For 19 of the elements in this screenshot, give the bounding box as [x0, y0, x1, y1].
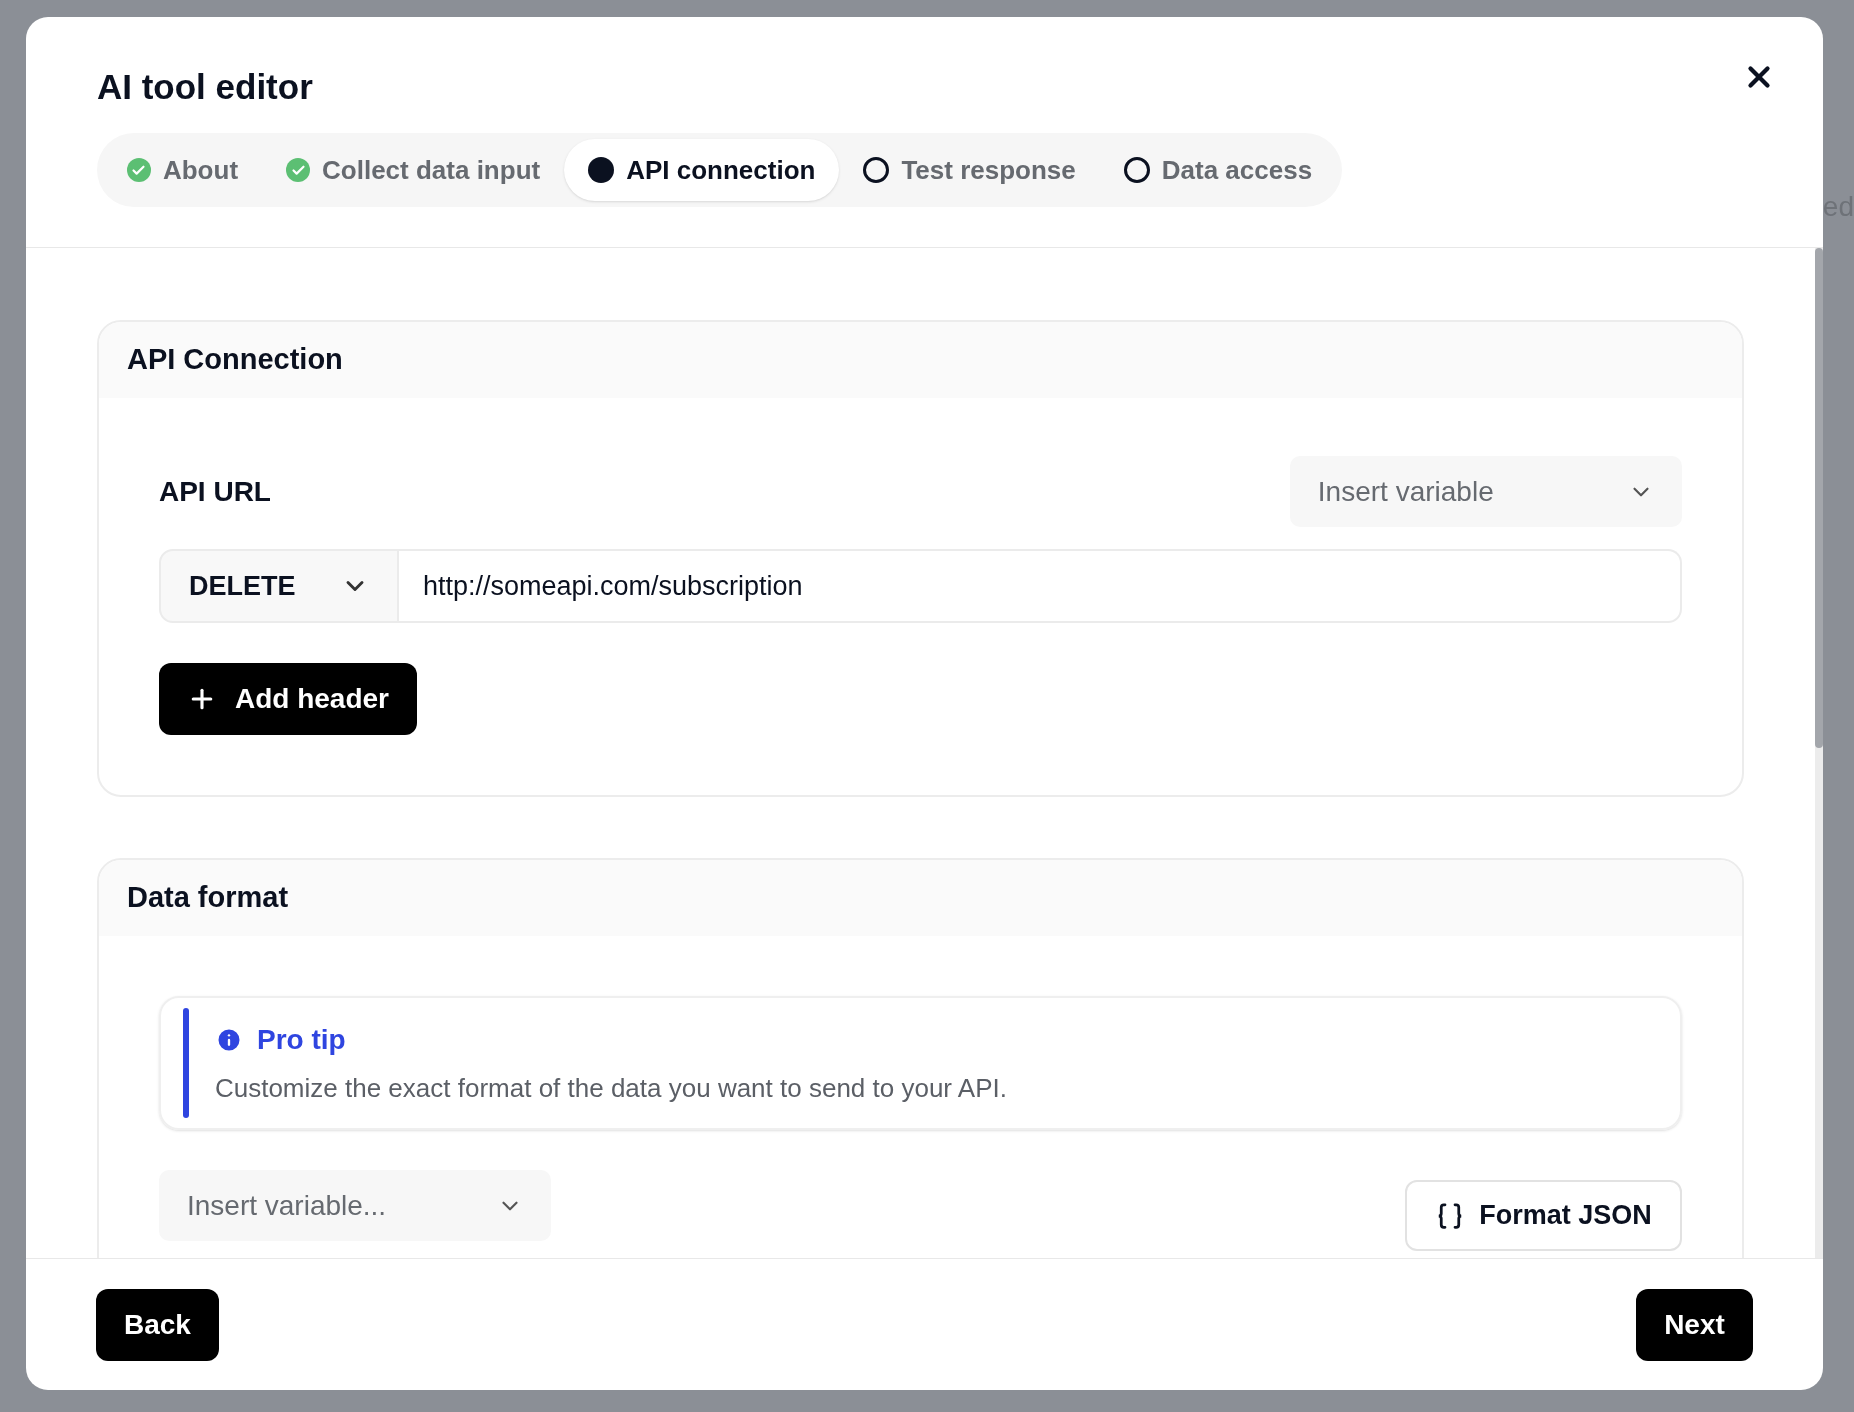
step-tab[interactable]: Data access — [1099, 139, 1337, 201]
dialog-title: AI tool editor — [96, 66, 314, 108]
card-title: API Connection — [126, 342, 343, 378]
step-tab[interactable]: Collect data input — [262, 139, 565, 201]
tip-text: Customize the exact format of the data you want to send to your API. — [214, 1071, 1007, 1105]
add-header-button[interactable]: Add header — [158, 663, 417, 735]
tip-title: Pro tip — [256, 1022, 346, 1057]
insert-variable-dropdown[interactable]: Insert variable... — [158, 1170, 551, 1241]
step-tab[interactable]: About — [102, 139, 263, 201]
card-title: Data format — [126, 880, 289, 916]
step-tab[interactable]: Test response — [839, 139, 1100, 201]
next-button[interactable]: Next — [1636, 1288, 1753, 1361]
url-field[interactable]: http://someapi.com/subscription — [398, 549, 1682, 623]
step-tab[interactable]: API connection — [564, 139, 840, 201]
field-label: API URL — [158, 474, 271, 509]
format-json-button[interactable]: Format JSON — [1405, 1180, 1682, 1251]
insert-variable-dropdown[interactable]: Insert variable — [1289, 456, 1682, 527]
back-button[interactable]: Back — [95, 1288, 219, 1361]
method-dropdown[interactable]: DELETE — [158, 549, 399, 623]
